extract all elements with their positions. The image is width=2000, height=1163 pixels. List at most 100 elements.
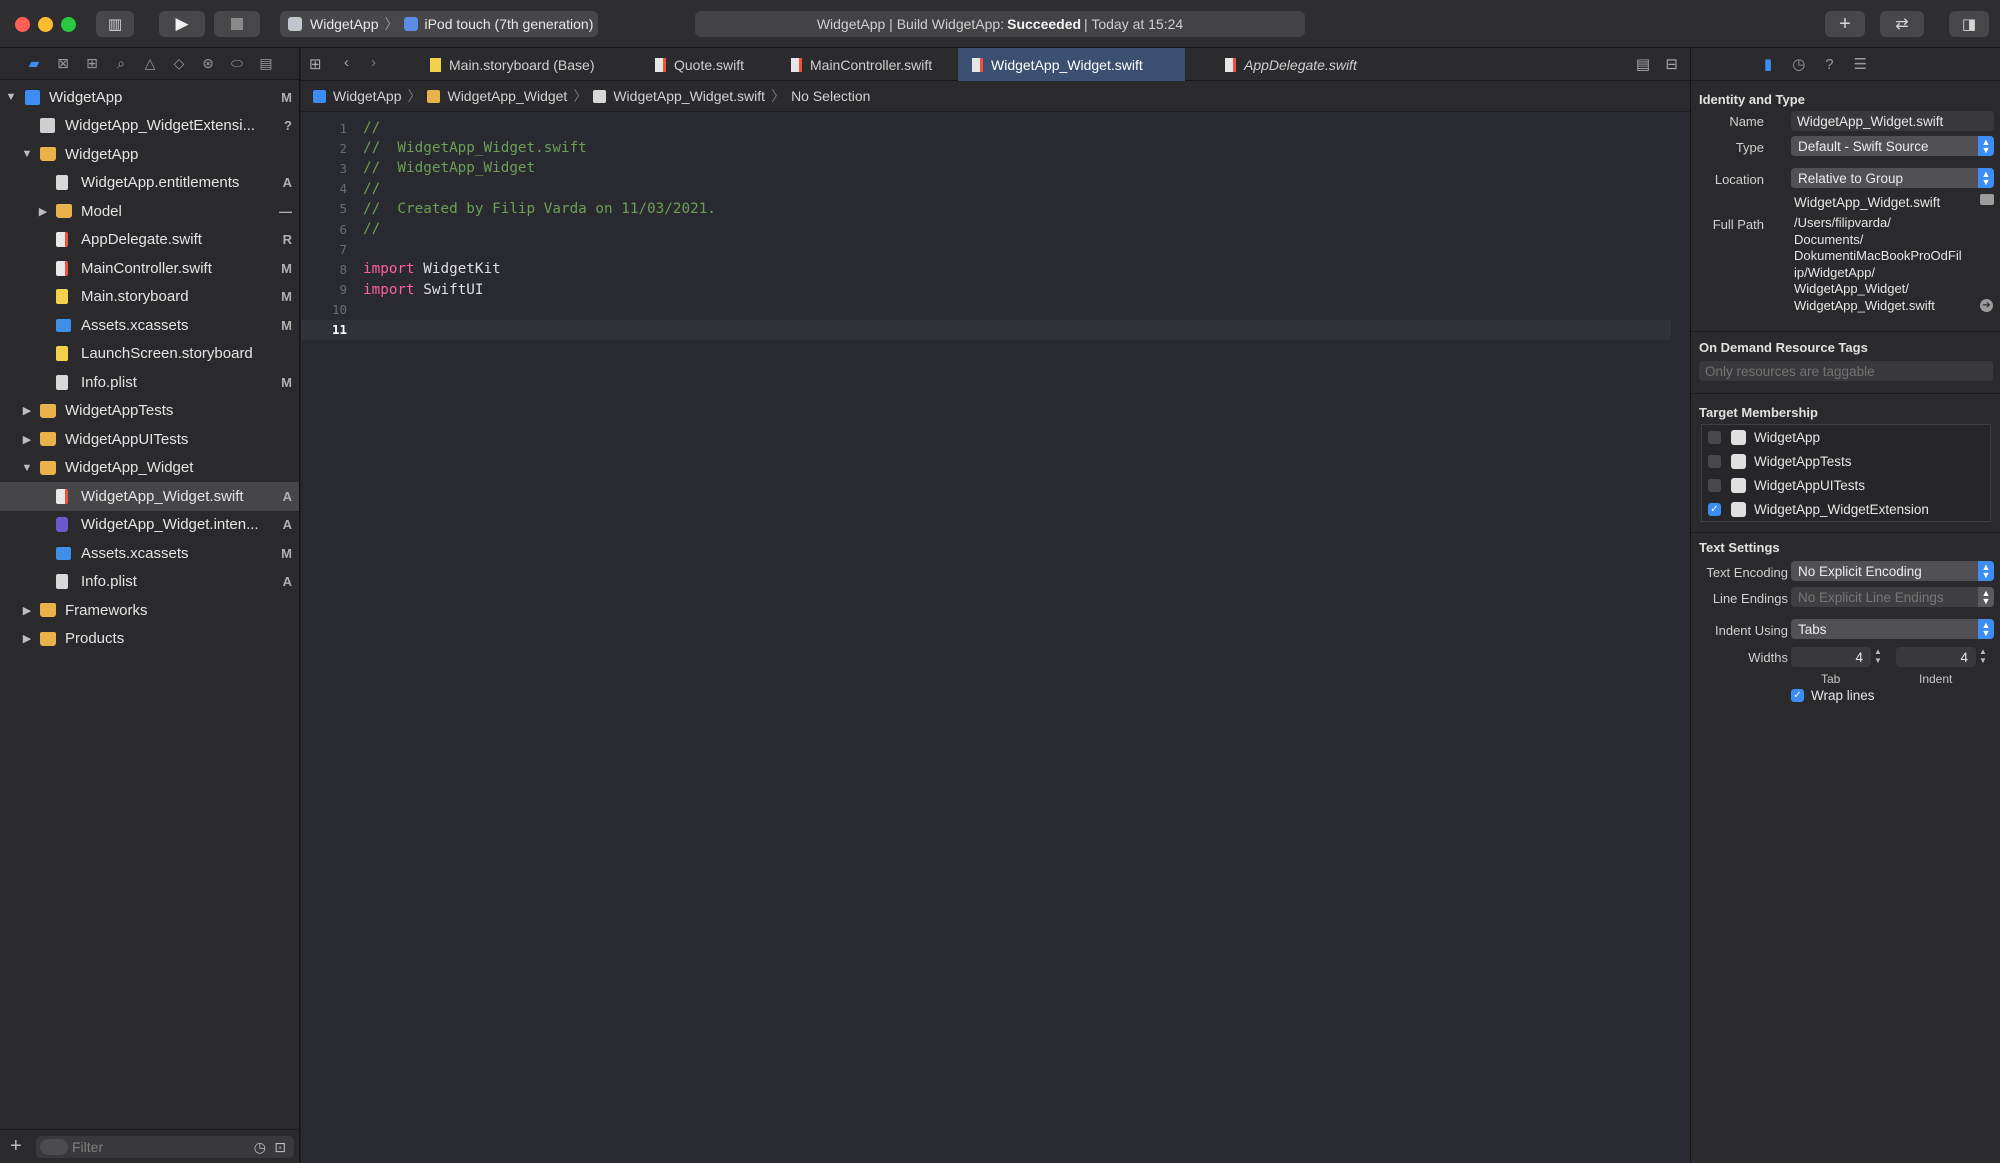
navigator-row[interactable]: WidgetApp_Widget.swift A [0, 482, 299, 511]
disclosure-open-icon[interactable]: ▼ [5, 91, 17, 103]
test-diamond-icon[interactable]: ◇ [171, 55, 187, 72]
navigator-row[interactable]: ▼ WidgetApp M [0, 83, 299, 112]
minimize-window-button[interactable] [38, 17, 53, 32]
navigator-row[interactable]: ▶ WidgetAppUITests [0, 425, 299, 454]
search-icon[interactable]: ⌕ [113, 55, 129, 72]
history-icon[interactable]: ◷ [1792, 55, 1805, 73]
name-field[interactable]: WidgetApp_Widget.swift [1791, 111, 1994, 131]
disclosure-open-icon[interactable]: ▼ [21, 462, 33, 474]
disclosure-closed-icon[interactable]: ▶ [21, 433, 33, 446]
type-popup[interactable]: Default - Swift Source ▲ ▼ [1791, 136, 1994, 156]
code-line[interactable]: 4 // [301, 179, 1671, 199]
toggle-inspector-button[interactable]: ◨ [1949, 11, 1989, 37]
folder-icon[interactable]: ▰ [26, 55, 42, 72]
jump-bar-item[interactable]: No Selection [791, 88, 870, 104]
attributes-icon[interactable]: ☰ [1854, 55, 1867, 73]
target-membership-row[interactable]: WidgetAppUITests [1702, 473, 1865, 497]
target-membership-row[interactable]: WidgetApp [1702, 425, 1820, 449]
disclosure-closed-icon[interactable]: ▶ [21, 604, 33, 617]
navigator-row[interactable]: Info.plist M [0, 368, 299, 397]
text-encoding-popup[interactable]: No Explicit Encoding ▲ ▼ [1791, 561, 1994, 581]
close-window-button[interactable] [15, 17, 30, 32]
code-line[interactable]: 11 [301, 319, 1671, 341]
navigator-row[interactable]: ▶ Model — [0, 197, 299, 226]
navigator-row[interactable]: ▶ Frameworks [0, 596, 299, 625]
navigator-row[interactable]: Assets.xcassets M [0, 311, 299, 340]
recent-files-icon[interactable]: ◷ [254, 1139, 266, 1156]
editor-tab[interactable]: Quote.swift [641, 48, 761, 81]
indent-width-field[interactable]: 4 [1896, 647, 1976, 667]
disclosure-closed-icon[interactable]: ▶ [37, 205, 49, 218]
unchecked-checkbox-icon[interactable] [1708, 430, 1721, 444]
filter-input[interactable]: Filter ◷ ⊡ [36, 1136, 294, 1158]
breakpoint-icon[interactable]: ⬭ [229, 55, 245, 72]
scheme-selector[interactable]: WidgetApp 〉 iPod touch (7th generation) [280, 11, 598, 37]
editor-tab[interactable]: AppDelegate.swift [1211, 48, 1361, 81]
unchecked-checkbox-icon[interactable] [1708, 478, 1721, 492]
navigator-row[interactable]: MainController.swift M [0, 254, 299, 283]
add-file-icon[interactable]: + [10, 1135, 22, 1158]
disclosure-closed-icon[interactable]: ▶ [21, 632, 33, 645]
editor-tab[interactable]: WidgetApp_Widget.swift [958, 48, 1185, 81]
tab-width-field[interactable]: 4 [1791, 647, 1871, 667]
navigator-row[interactable]: AppDelegate.swift R [0, 226, 299, 255]
file-inspector-icon[interactable]: ▮ [1764, 55, 1772, 73]
device-name[interactable]: iPod touch (7th generation) [424, 16, 593, 32]
disclosure-open-icon[interactable]: ▼ [21, 148, 33, 160]
navigator-row[interactable]: ▼ WidgetApp_Widget [0, 454, 299, 483]
indent-width-stepper[interactable]: ▲ ▼ [1978, 647, 1988, 667]
code-line[interactable]: 7 [301, 239, 1671, 259]
code-line[interactable]: 5 // Created by Filip Varda on 11/03/2021… [301, 199, 1671, 219]
navigator-row[interactable]: WidgetApp.entitlements A [0, 169, 299, 198]
code-line[interactable]: 2 // WidgetApp_Widget.swift [301, 138, 1671, 158]
jump-bar-item[interactable]: WidgetApp_Widget.swift [593, 88, 765, 104]
disclosure-closed-icon[interactable]: ▶ [21, 404, 33, 417]
source-control-icon[interactable]: ⊠ [55, 55, 71, 72]
wrap-lines-checkbox[interactable]: ✓ Wrap lines [1791, 688, 1875, 703]
navigator-row[interactable]: ▶ Products [0, 625, 299, 654]
editor-tab[interactable]: Main.storyboard (Base) [416, 48, 616, 81]
add-editor-icon[interactable]: ⊟ [1665, 55, 1678, 73]
code-line[interactable]: 9 import SwiftUI [301, 280, 1671, 300]
scm-filter-icon[interactable]: ⊡ [274, 1139, 286, 1156]
report-icon[interactable]: ▤ [258, 55, 274, 72]
zoom-window-button[interactable] [61, 17, 76, 32]
code-line[interactable]: 8 import WidgetKit [301, 259, 1671, 279]
library-button[interactable]: + [1825, 11, 1865, 37]
warning-icon[interactable]: △ [142, 55, 158, 72]
back-icon[interactable]: ‹ [344, 54, 349, 71]
jump-bar-item[interactable]: WidgetApp [313, 88, 401, 104]
debug-icon[interactable]: ⊛ [200, 55, 216, 72]
code-area[interactable]: 1 // 2 // WidgetApp_Widget.swift 3 // WidgetA… [301, 118, 1671, 341]
reveal-in-finder-icon[interactable]: ➔ [1980, 299, 1993, 312]
navigator-row[interactable]: Info.plist A [0, 568, 299, 597]
location-popup[interactable]: Relative to Group ▲ ▼ [1791, 168, 1994, 188]
navigator-row[interactable]: ▼ WidgetApp [0, 140, 299, 169]
navigator-row[interactable]: WidgetApp_Widget.inten... A [0, 511, 299, 540]
forward-icon[interactable]: › [371, 54, 376, 71]
checked-checkbox-icon[interactable]: ✓ [1708, 502, 1721, 516]
navigator-row[interactable]: ▶ WidgetAppTests [0, 397, 299, 426]
tab-width-stepper[interactable]: ▲ ▼ [1873, 647, 1883, 667]
code-line[interactable]: 3 // WidgetApp_Widget [301, 158, 1671, 178]
code-line[interactable]: 1 // [301, 118, 1671, 138]
navigator-row[interactable]: WidgetApp_WidgetExtensi...? [0, 112, 299, 141]
symbol-navigator-icon[interactable]: ⊞ [84, 55, 100, 72]
toggle-navigator-button[interactable]: ▥ [96, 11, 134, 37]
indent-using-popup[interactable]: Tabs ▲ ▼ [1791, 619, 1994, 639]
filter-options-icon[interactable] [40, 1139, 68, 1155]
unchecked-checkbox-icon[interactable] [1708, 454, 1721, 468]
run-button[interactable]: ▶ [159, 11, 205, 37]
jump-bar-item[interactable]: WidgetApp_Widget [427, 88, 567, 104]
navigator-row[interactable]: LaunchScreen.storyboard [0, 340, 299, 369]
stop-button[interactable] [214, 11, 260, 37]
editor-options-icon[interactable]: ▤ [1636, 55, 1650, 73]
choose-folder-icon[interactable] [1980, 194, 1994, 205]
navigator-row[interactable]: Main.storyboard M [0, 283, 299, 312]
target-membership-row[interactable]: WidgetAppTests [1702, 449, 1852, 473]
grid-icon[interactable]: ⊞ [309, 55, 322, 73]
editor-tab[interactable]: MainController.swift [777, 48, 947, 81]
code-review-button[interactable]: ⇄ [1880, 11, 1924, 37]
navigator-row[interactable]: Assets.xcassets M [0, 539, 299, 568]
code-line[interactable]: 10 [301, 300, 1671, 320]
